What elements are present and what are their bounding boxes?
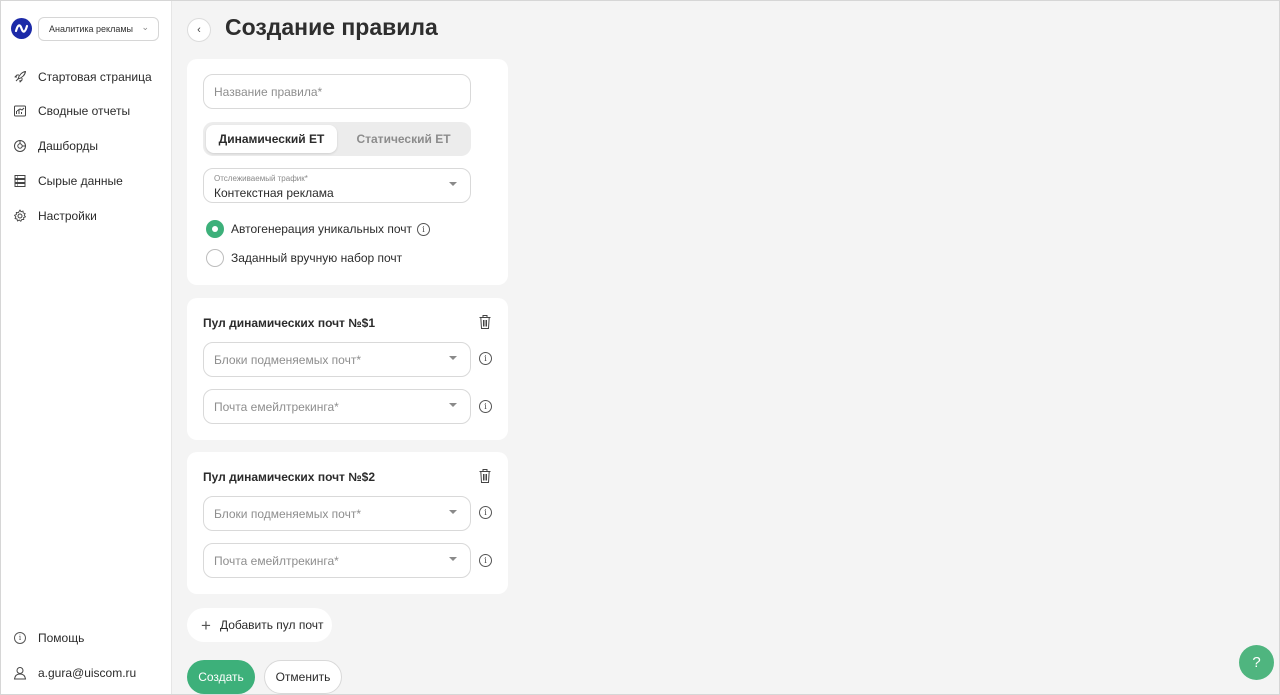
info-icon[interactable]: i bbox=[417, 222, 431, 236]
cancel-button[interactable]: Отменить bbox=[264, 660, 342, 694]
caret-down-icon bbox=[449, 356, 457, 360]
user-icon bbox=[13, 666, 27, 680]
tracking-email-select[interactable]: Почта емейлтрекинга* bbox=[203, 543, 471, 578]
dashboard-icon bbox=[13, 139, 27, 153]
caret-down-icon bbox=[449, 403, 457, 407]
help-label: Помощь bbox=[38, 631, 85, 645]
caret-down-icon bbox=[449, 557, 457, 561]
chevron-left-icon: ‹ bbox=[197, 24, 201, 36]
plus-icon: + bbox=[201, 615, 211, 635]
raw-data-icon bbox=[13, 174, 27, 188]
replaced-blocks-select[interactable]: Блоки подменяемых почт* bbox=[203, 496, 471, 531]
sidebar-item-reports[interactable]: Сводные отчеты bbox=[13, 100, 130, 122]
tab-static-et[interactable]: Статический ЕТ bbox=[339, 125, 468, 153]
page-title: Создание правила bbox=[225, 14, 438, 40]
option-manual-label: Заданный вручную набор почт bbox=[231, 251, 403, 265]
radio-auto-generation[interactable] bbox=[206, 220, 224, 238]
info-icon[interactable]: i bbox=[479, 400, 492, 413]
caret-down-icon bbox=[449, 182, 457, 186]
pool-card: Пул динамических почт №$2 Блоки подменяе… bbox=[187, 452, 508, 594]
replaced-blocks-placeholder: Блоки подменяемых почт* bbox=[214, 352, 362, 367]
option-auto-generation: Автогенерация уникальных почт i bbox=[206, 220, 431, 238]
report-icon bbox=[13, 104, 27, 118]
main-content: ‹ Создание правила Название правила* Дин… bbox=[173, 1, 1279, 694]
replaced-blocks-placeholder: Блоки подменяемых почт* bbox=[214, 506, 362, 521]
tracking-email-placeholder: Почта емейлтрекинга* bbox=[214, 399, 339, 414]
traffic-value: Контекстная реклама bbox=[214, 186, 334, 200]
rocket-icon bbox=[13, 70, 27, 84]
add-pool-button[interactable]: + Добавить пул почт bbox=[187, 608, 332, 642]
tab-dynamic-et[interactable]: Динамический ЕТ bbox=[206, 125, 337, 153]
rule-name-placeholder: Название правила* bbox=[214, 84, 323, 99]
tracking-email-placeholder: Почта емейлтрекинга* bbox=[214, 553, 339, 568]
info-icon: i bbox=[13, 631, 27, 645]
sidebar-item-label: Сводные отчеты bbox=[38, 104, 131, 118]
sidebar-item-help[interactable]: i Помощь bbox=[13, 627, 84, 649]
workspace-select[interactable]: Аналитика рекламы ⌄ bbox=[38, 17, 159, 41]
option-auto-label: Автогенерация уникальных почт bbox=[231, 222, 413, 236]
traffic-label: Отслеживаемый трафик* bbox=[214, 174, 308, 183]
option-manual-set: Заданный вручную набор почт bbox=[206, 249, 402, 267]
add-pool-label: Добавить пул почт bbox=[219, 618, 324, 632]
user-email: a.gura@uiscom.ru bbox=[38, 666, 137, 680]
traffic-select[interactable]: Отслеживаемый трафик* Контекстная реклам… bbox=[203, 168, 471, 203]
logo-icon bbox=[11, 18, 32, 39]
rule-name-input[interactable]: Название правила* bbox=[203, 74, 471, 109]
gear-icon bbox=[13, 209, 27, 223]
sidebar-item-label: Сырые данные bbox=[38, 174, 123, 188]
replaced-blocks-select[interactable]: Блоки подменяемых почт* bbox=[203, 342, 471, 377]
create-button[interactable]: Создать bbox=[187, 660, 255, 694]
sidebar-item-dashboards[interactable]: Дашборды bbox=[13, 135, 98, 157]
sidebar-item-label: Настройки bbox=[38, 209, 97, 223]
trash-icon[interactable] bbox=[478, 468, 492, 484]
question-icon: ? bbox=[1252, 654, 1261, 671]
sidebar-item-profile[interactable]: a.gura@uiscom.ru bbox=[13, 662, 136, 684]
sidebar-item-start[interactable]: Стартовая страница bbox=[13, 66, 152, 88]
info-icon[interactable]: i bbox=[479, 352, 492, 365]
info-icon[interactable]: i bbox=[479, 554, 492, 567]
help-button[interactable]: ? bbox=[1239, 645, 1274, 680]
pool-card: Пул динамических почт №$1 Блоки подменяе… bbox=[187, 298, 508, 440]
sidebar-item-label: Дашборды bbox=[38, 139, 98, 153]
sidebar-item-raw-data[interactable]: Сырые данные bbox=[13, 170, 123, 192]
caret-down-icon bbox=[449, 510, 457, 514]
sidebar-item-settings[interactable]: Настройки bbox=[13, 205, 97, 227]
pool-title: Пул динамических почт №$2 bbox=[203, 470, 375, 484]
info-icon[interactable]: i bbox=[479, 506, 492, 519]
sidebar-item-label: Стартовая страница bbox=[38, 70, 152, 84]
workspace-label: Аналитика рекламы bbox=[49, 24, 134, 34]
rule-settings-card: Название правила* Динамический ЕТ Статич… bbox=[187, 59, 508, 285]
sidebar: Аналитика рекламы ⌄ Стартовая страница С… bbox=[1, 1, 172, 694]
tracking-email-select[interactable]: Почта емейлтрекинга* bbox=[203, 389, 471, 424]
back-button[interactable]: ‹ bbox=[187, 18, 211, 42]
mode-toggle: Динамический ЕТ Статический ЕТ bbox=[203, 122, 471, 156]
trash-icon[interactable] bbox=[478, 314, 492, 330]
radio-manual-set[interactable] bbox=[206, 249, 224, 267]
chevron-down-icon: ⌄ bbox=[141, 22, 149, 32]
pool-title: Пул динамических почт №$1 bbox=[203, 316, 375, 330]
